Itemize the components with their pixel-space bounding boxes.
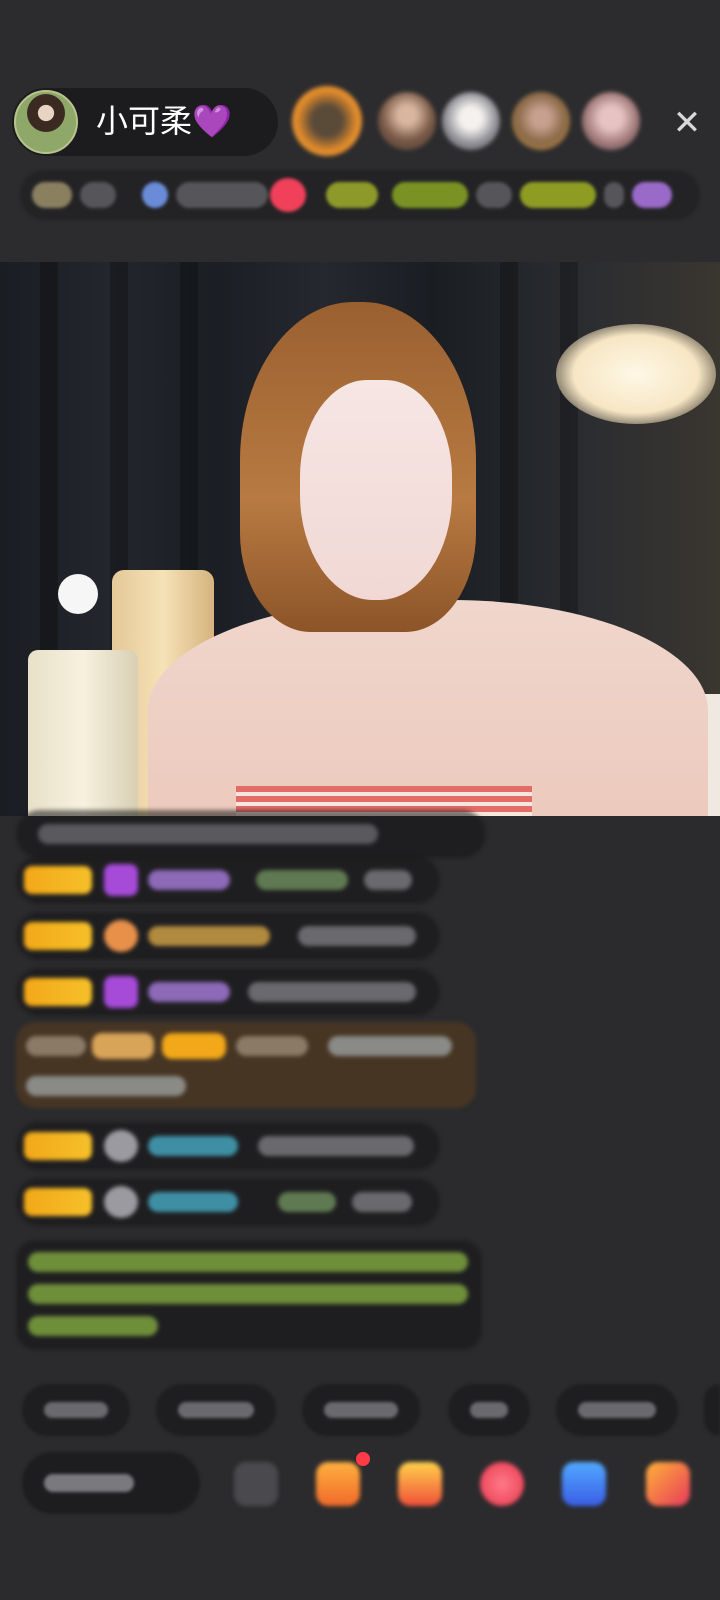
- host-avatar[interactable]: [14, 90, 78, 154]
- info-chip[interactable]: [632, 182, 672, 208]
- top-bar: 小可柔💜 ✕: [0, 0, 720, 262]
- streamer-body: [148, 600, 708, 816]
- gem-icon: [104, 920, 138, 952]
- close-icon[interactable]: ✕: [664, 100, 710, 146]
- heart-icon[interactable]: [480, 1462, 524, 1506]
- info-chip[interactable]: [142, 182, 168, 208]
- quick-reply-row: [0, 1384, 720, 1438]
- user-name: [26, 1036, 86, 1056]
- viewer-avatar[interactable]: [582, 92, 640, 150]
- message-text: [248, 982, 416, 1002]
- info-chip: [604, 182, 624, 208]
- info-chip: [80, 182, 116, 208]
- quick-reply-chip[interactable]: [22, 1384, 130, 1436]
- chat-message[interactable]: [16, 810, 486, 858]
- streamer-face: [300, 380, 452, 600]
- share-icon[interactable]: [562, 1462, 606, 1506]
- quick-reply-chip[interactable]: [302, 1384, 420, 1436]
- user-name: [236, 1036, 308, 1056]
- chat-message[interactable]: [16, 1022, 476, 1108]
- host-info-pill[interactable]: 小可柔💜: [12, 88, 278, 156]
- user-name: [148, 1192, 238, 1212]
- notice-text: [28, 1284, 468, 1304]
- level-badge: [92, 1033, 154, 1059]
- chat-message[interactable]: [16, 1122, 440, 1170]
- user-name: [148, 1136, 238, 1156]
- chat-message[interactable]: [16, 912, 440, 960]
- message-text: [278, 1192, 336, 1212]
- message-text: [298, 926, 416, 946]
- info-chip: [476, 182, 512, 208]
- more-icon[interactable]: [234, 1462, 278, 1506]
- message-text: [38, 824, 378, 844]
- gem-icon: [104, 976, 138, 1008]
- chat-message[interactable]: [16, 968, 440, 1016]
- quick-reply-chip[interactable]: [448, 1384, 530, 1436]
- gift-box-icon[interactable]: [316, 1462, 360, 1506]
- lamp: [556, 324, 716, 424]
- notice-text: [28, 1252, 468, 1272]
- bulb: [58, 574, 98, 614]
- level-badge: [162, 1033, 226, 1059]
- viewer-avatar[interactable]: [378, 92, 436, 150]
- info-chip[interactable]: [32, 182, 72, 208]
- live-video[interactable]: [0, 262, 720, 816]
- viewer-avatar[interactable]: [292, 86, 362, 156]
- info-chip[interactable]: [392, 182, 468, 208]
- chat-message[interactable]: [16, 1178, 440, 1226]
- user-name: [148, 870, 230, 890]
- store-icon[interactable]: [646, 1462, 690, 1506]
- system-notice: [16, 1240, 482, 1350]
- gem-icon: [104, 864, 138, 896]
- avatar: [104, 1130, 138, 1162]
- quick-reply-chip[interactable]: [156, 1384, 276, 1436]
- message-text: [26, 1076, 186, 1096]
- message-text: [256, 870, 348, 890]
- gift-icon[interactable]: [398, 1462, 442, 1506]
- info-chip: [176, 182, 268, 208]
- info-chip[interactable]: [326, 182, 378, 208]
- message-text: [364, 870, 412, 890]
- avatar: [104, 1186, 138, 1218]
- message-text: [258, 1136, 414, 1156]
- info-chip[interactable]: [270, 178, 306, 212]
- viewer-avatar[interactable]: [442, 92, 500, 150]
- bottom-toolbar: [0, 1452, 720, 1532]
- chat-input[interactable]: [22, 1452, 200, 1514]
- message-text: [328, 1036, 452, 1056]
- message-text: [352, 1192, 412, 1212]
- user-name: [148, 926, 270, 946]
- quick-reply-chip[interactable]: [556, 1384, 678, 1436]
- user-name: [148, 982, 230, 1002]
- level-badge: [24, 866, 92, 894]
- candle: [28, 650, 138, 816]
- level-badge: [24, 922, 92, 950]
- viewer-avatar[interactable]: [512, 92, 570, 150]
- level-badge: [24, 1132, 92, 1160]
- chat-message[interactable]: [16, 856, 440, 904]
- notice-text: [28, 1316, 158, 1336]
- level-badge: [24, 1188, 92, 1216]
- host-name: 小可柔💜: [96, 102, 232, 140]
- info-strip: [20, 170, 700, 220]
- quick-reply-chip[interactable]: [704, 1384, 720, 1436]
- info-chip[interactable]: [520, 182, 596, 208]
- notification-dot: [356, 1452, 370, 1466]
- level-badge: [24, 978, 92, 1006]
